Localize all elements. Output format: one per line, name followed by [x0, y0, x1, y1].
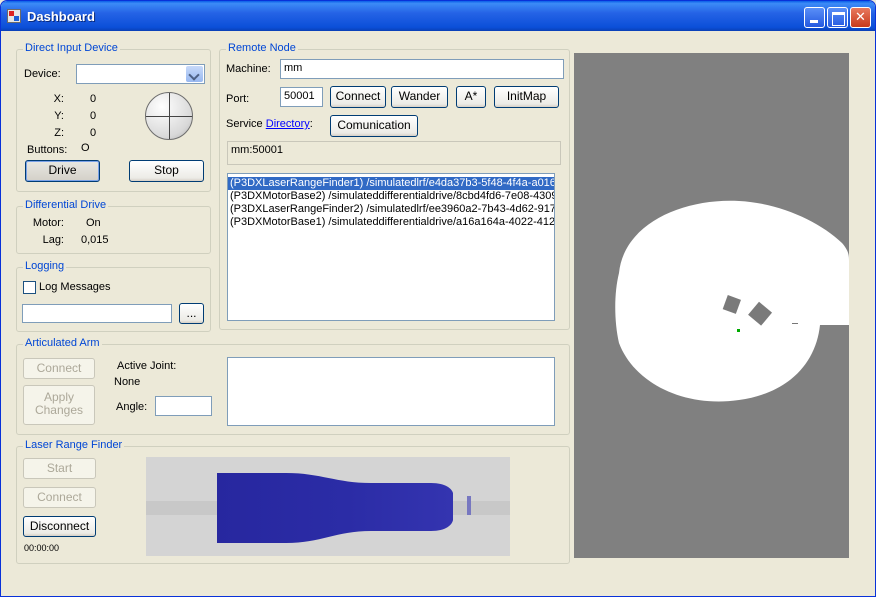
apply-changes-button[interactable]: Apply Changes	[23, 385, 95, 425]
service-listbox[interactable]: (P3DXLaserRangeFinder1) /simulatedlrf/e4…	[227, 173, 555, 321]
motor-value: On	[86, 217, 101, 229]
group-title-remote-node: Remote Node	[226, 42, 298, 54]
maximize-button[interactable]	[827, 7, 848, 28]
lag-value: 0,015	[81, 234, 109, 246]
lrf-disconnect-button[interactable]: Disconnect	[23, 516, 96, 537]
group-title-direct-input: Direct Input Device	[23, 42, 120, 54]
log-messages-label: Log Messages	[39, 281, 111, 293]
minimize-button[interactable]	[804, 7, 825, 28]
list-item[interactable]: (P3DXLaserRangeFinder1) /simulatedlrf/e4…	[228, 177, 554, 190]
group-title-articulated-arm: Articulated Arm	[23, 337, 102, 349]
changes-label: Changes	[34, 403, 84, 417]
buttons-value: O	[81, 142, 90, 154]
service-directory-label: Service Directory:	[226, 118, 313, 130]
app-icon	[7, 9, 21, 23]
z-value: 0	[90, 127, 97, 139]
lrf-timer: 00:00:00	[24, 543, 60, 553]
map-view	[574, 53, 849, 558]
active-joint-value: None	[114, 376, 141, 388]
title-bar[interactable]: Dashboard ✕	[1, 1, 875, 31]
lag-label: Lag:	[42, 234, 64, 246]
connect-button[interactable]: Connect	[330, 86, 386, 108]
robot-marker	[737, 329, 740, 332]
port-input[interactable]: 50001	[280, 87, 323, 107]
browse-button[interactable]: ...	[179, 303, 204, 324]
list-item[interactable]: (P3DXMotorBase1) /simulateddifferentiald…	[228, 216, 554, 229]
connection-status-field: mm:50001	[227, 141, 561, 165]
service-label: Service	[226, 118, 263, 130]
group-title-differential-drive: Differential Drive	[23, 199, 109, 211]
y-label: Y:	[54, 110, 64, 122]
group-title-laser-range-finder: Laser Range Finder	[23, 439, 125, 451]
angle-input[interactable]	[155, 396, 212, 416]
close-button[interactable]: ✕	[850, 7, 871, 28]
lrf-start-button[interactable]: Start	[23, 458, 96, 479]
list-item[interactable]: (P3DXLaserRangeFinder2) /simulatedlrf/ee…	[228, 203, 554, 216]
group-title-logging: Logging	[23, 260, 67, 272]
lrf-connect-button[interactable]: Connect	[23, 487, 96, 508]
initmap-button[interactable]: InitMap	[494, 86, 559, 108]
x-label: X:	[53, 93, 64, 105]
x-value: 0	[90, 93, 97, 105]
laser-scan-canvas	[146, 473, 510, 543]
joystick-control[interactable]	[145, 92, 193, 140]
port-label: Port:	[226, 93, 250, 105]
z-label: Z:	[54, 127, 64, 139]
differential-drive-group: Differential Drive	[16, 199, 211, 254]
arm-connect-button[interactable]: Connect	[23, 358, 95, 379]
machine-input[interactable]: mm	[280, 59, 564, 79]
drive-button[interactable]: Drive	[25, 160, 100, 182]
device-combobox[interactable]	[76, 64, 205, 84]
chevron-down-icon[interactable]	[186, 66, 203, 82]
wander-button[interactable]: Wander	[391, 86, 448, 108]
log-messages-checkbox[interactable]	[23, 281, 36, 294]
angle-label: Angle:	[116, 401, 148, 413]
window-title: Dashboard	[27, 9, 95, 24]
map-tick	[792, 323, 798, 324]
map-canvas	[574, 53, 849, 558]
log-file-input[interactable]	[22, 304, 172, 323]
device-label: Device:	[24, 68, 61, 80]
laser-scan-profile	[217, 473, 453, 543]
motor-label: Motor:	[32, 217, 64, 229]
y-value: 0	[90, 110, 97, 122]
buttons-label: Buttons:	[27, 144, 68, 156]
scan-marker	[467, 496, 471, 515]
list-item[interactable]: (P3DXMotorBase2) /simulateddifferentiald…	[228, 190, 554, 203]
machine-label: Machine:	[226, 63, 271, 75]
stop-button[interactable]: Stop	[129, 160, 204, 182]
laser-scan-view	[146, 457, 510, 556]
communication-button[interactable]: Comunication	[330, 115, 418, 137]
active-joint-label: Active Joint:	[117, 360, 177, 372]
directory-link[interactable]: Directory	[266, 118, 310, 130]
joint-listbox[interactable]	[227, 357, 555, 426]
astar-button[interactable]: A*	[456, 86, 486, 108]
directory-colon: :	[309, 118, 313, 130]
